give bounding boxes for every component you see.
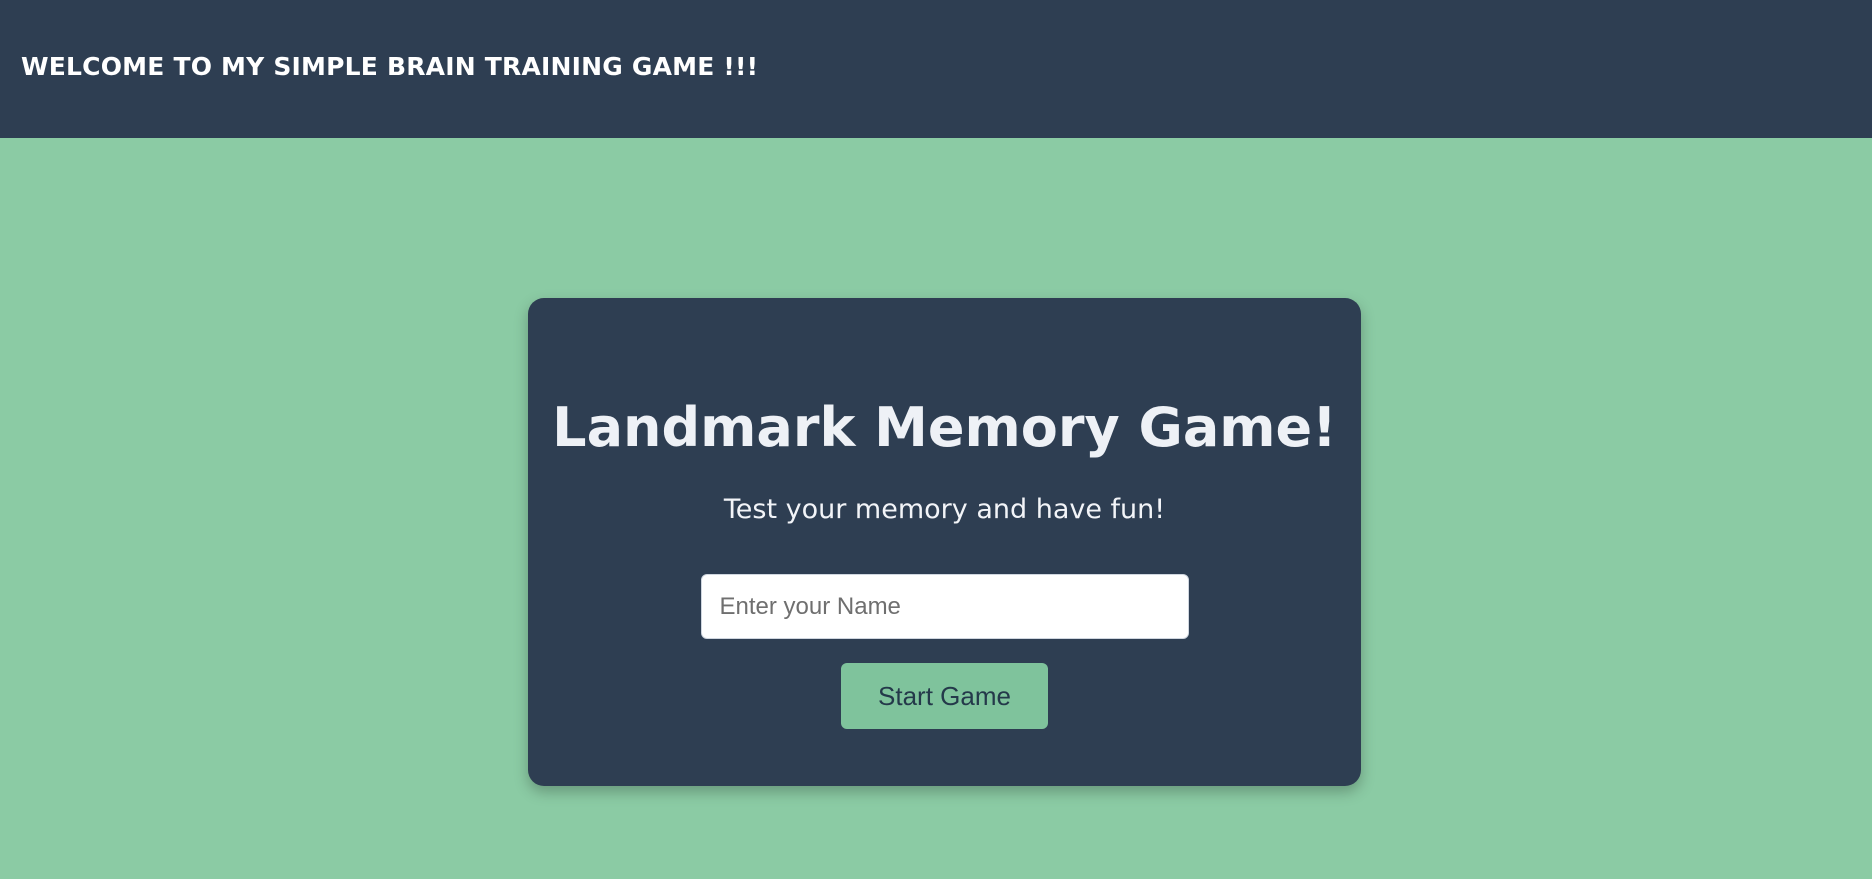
start-game-card: Landmark Memory Game! Test your memory a… <box>528 298 1361 786</box>
game-title: Landmark Memory Game! <box>552 396 1337 459</box>
top-header-bar: WELCOME TO MY SIMPLE BRAIN TRAINING GAME… <box>0 0 1872 138</box>
player-name-input[interactable] <box>700 574 1189 639</box>
game-subtitle: Test your memory and have fun! <box>723 494 1166 525</box>
welcome-title: WELCOME TO MY SIMPLE BRAIN TRAINING GAME… <box>21 51 759 81</box>
start-game-button[interactable]: Start Game <box>841 663 1048 729</box>
